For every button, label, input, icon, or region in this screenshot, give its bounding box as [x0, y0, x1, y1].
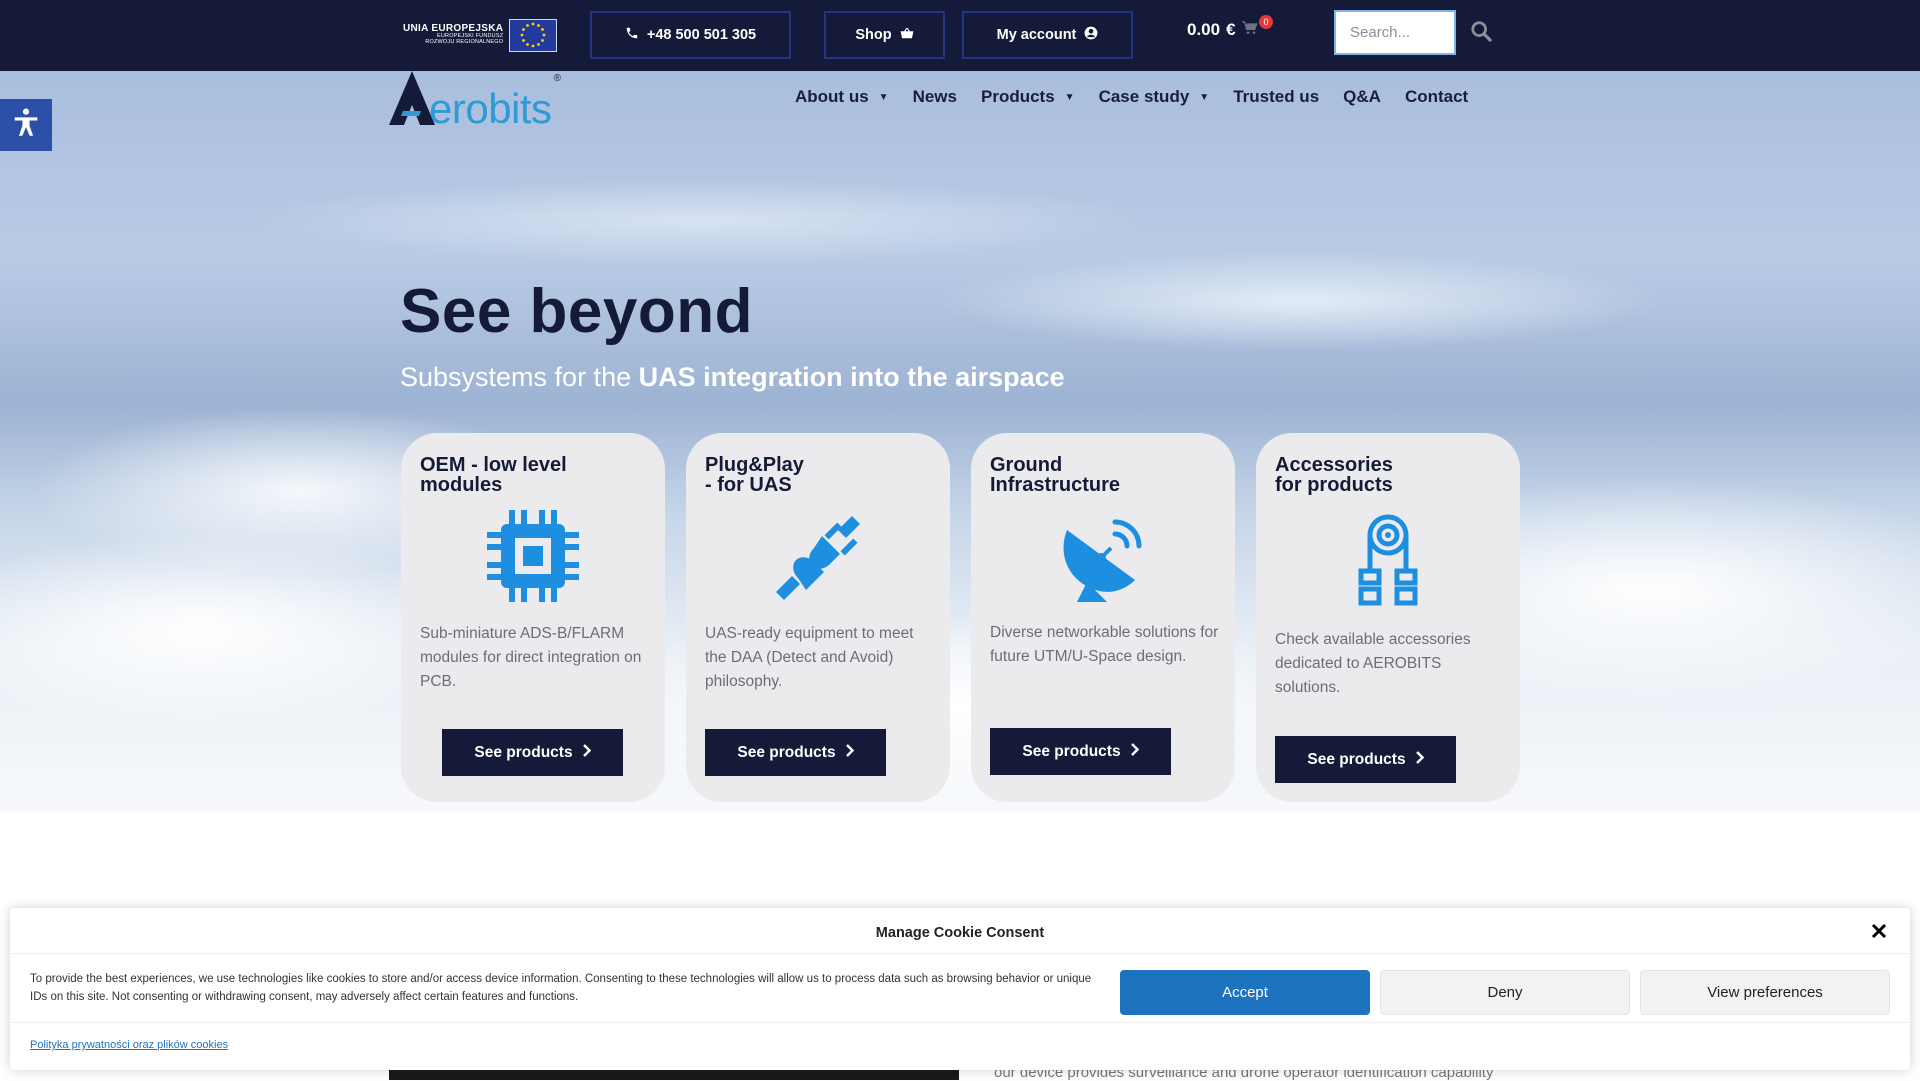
see-products-button[interactable]: See products: [705, 729, 886, 776]
hero-subline: Subsystems for the UAS integration into …: [400, 362, 1065, 393]
nav-item-label: News: [912, 87, 957, 106]
card-title: OEM - low level modules: [420, 455, 567, 495]
card-title-line-2: for products: [1275, 474, 1393, 496]
cart-total: 0.00: [1187, 20, 1221, 39]
product-card-plug-play: Plug&Play - for UAS UAS-ready equipment …: [686, 433, 950, 802]
chevron-right-icon: [582, 743, 591, 762]
caret-down-icon: ▼: [1064, 91, 1075, 103]
nav-item-qa[interactable]: Q&A: [1343, 87, 1381, 107]
view-preferences-button[interactable]: View preferences: [1640, 970, 1890, 1015]
card-title: Plug&Play - for UAS: [705, 455, 804, 495]
phone-icon: [625, 26, 639, 44]
my-account-label: My account: [996, 27, 1077, 43]
nav-item-news[interactable]: News: [913, 87, 957, 107]
card-title-line-2: - for UAS: [705, 474, 792, 496]
cookie-consent-banner: Manage Cookie Consent To provide the bes…: [10, 908, 1910, 1070]
close-icon: [1871, 923, 1887, 944]
eu-subtitle-2: ROZWOJU REGIONALNEGO: [425, 39, 504, 46]
eu-funding-logo: UNIA EUROPEJSKA EUROPEJSKI FUNDUSZ ROZWO…: [403, 18, 558, 52]
card-title-line-1: Plug&Play: [705, 454, 804, 476]
chip-icon: [401, 510, 665, 602]
divider: [10, 953, 1910, 954]
shop-button[interactable]: Shop: [824, 11, 945, 59]
accessibility-icon: [9, 106, 43, 145]
top-bar: UNIA EUROPEJSKA EUROPEJSKI FUNDUSZ ROZWO…: [0, 0, 1920, 71]
hero-headline: See beyond: [400, 277, 753, 346]
logo-text: erobits: [429, 85, 552, 132]
nav-item-label: Trusted us: [1233, 87, 1320, 106]
nav-item-label: Products: [980, 87, 1055, 106]
nav-item-products[interactable]: Products ▼: [981, 87, 1075, 107]
search-icon: [1470, 20, 1492, 47]
button-label: See products: [474, 743, 573, 761]
product-card-oem: OEM - low level modules Sub-miniature AD…: [401, 433, 665, 802]
hero-subline-bold: UAS integration into the airspace: [638, 362, 1065, 392]
product-card-ground-infrastructure: Ground Infrastructure Diverse networkabl…: [971, 433, 1235, 802]
button-label: See products: [1022, 742, 1121, 760]
see-products-button[interactable]: See products: [990, 728, 1171, 775]
card-title-line-1: Accessories: [1275, 454, 1393, 476]
main-navigation: About us ▼ News Products ▼ Case study ▼ Tru…: [795, 87, 1492, 107]
satellite-dish-icon: [971, 512, 1235, 604]
nav-item-label: About us: [795, 87, 869, 106]
divider: [10, 1022, 1910, 1023]
aerobits-logo[interactable]: erobits ®: [389, 71, 561, 130]
card-title-line-2: Infrastructure: [990, 474, 1121, 496]
cable-icon: [1256, 513, 1520, 609]
see-products-button[interactable]: See products: [442, 729, 623, 776]
cart-icon: [1241, 20, 1258, 40]
cart-button[interactable]: 0.00 €: [1187, 20, 1258, 40]
user-icon: [1084, 26, 1098, 44]
basket-icon: [900, 27, 914, 43]
card-title: Accessories for products: [1275, 455, 1393, 495]
caret-down-icon: ▼: [1199, 91, 1210, 103]
card-description: Sub-miniature ADS-B/FLARM modules for di…: [420, 625, 642, 690]
card-title: Ground Infrastructure: [990, 455, 1120, 495]
search-input[interactable]: Search...: [1334, 10, 1456, 55]
nav-item-label: Contact: [1404, 87, 1469, 106]
nav-item-case-study[interactable]: Case study ▼: [1099, 87, 1210, 107]
card-title-line-2: modules: [420, 474, 503, 496]
logo-registered-mark: ®: [553, 73, 561, 84]
chevron-right-icon: [1130, 742, 1139, 761]
hero-subline-prefix: Subsystems for the: [400, 362, 639, 392]
chevron-right-icon: [845, 743, 854, 762]
button-label: See products: [737, 743, 836, 761]
plug-icon: [686, 512, 950, 604]
card-description: Diverse networkable solutions for future…: [990, 624, 1219, 665]
nav-item-contact[interactable]: Contact: [1405, 87, 1468, 107]
eu-flag-icon: [509, 18, 558, 52]
card-title-line-1: Ground: [990, 454, 1063, 476]
product-card-accessories: Accessories for products Check available…: [1256, 433, 1520, 802]
phone-button[interactable]: +48 500 501 305: [590, 11, 791, 59]
my-account-button[interactable]: My account: [962, 11, 1133, 59]
caret-down-icon: ▼: [878, 91, 889, 103]
cookie-close-button[interactable]: [1868, 922, 1890, 944]
cart-currency: €: [1226, 20, 1236, 39]
search-button[interactable]: [1466, 18, 1496, 48]
cookie-message: To provide the best experiences, we use …: [30, 973, 1092, 1003]
see-products-button[interactable]: See products: [1275, 736, 1456, 783]
accept-button[interactable]: Accept: [1120, 970, 1370, 1015]
card-description: Check available accessories dedicated to…: [1275, 631, 1471, 696]
chevron-right-icon: [1415, 750, 1424, 769]
cookie-title: Manage Cookie Consent: [875, 925, 1045, 941]
card-title-line-1: OEM - low level: [420, 454, 567, 476]
deny-button[interactable]: Deny: [1380, 970, 1630, 1015]
nav-item-trusted-us[interactable]: Trusted us: [1233, 87, 1319, 107]
card-description: UAS-ready equipment to meet the DAA (Det…: [705, 625, 914, 690]
nav-item-label: Q&A: [1343, 87, 1381, 106]
privacy-policy-link[interactable]: Polityka prywatności oraz plików cookies: [30, 1039, 228, 1051]
hero-section: [0, 71, 1920, 813]
cart-count-badge: 0: [1259, 15, 1273, 29]
phone-label: +48 500 501 305: [646, 27, 757, 43]
nav-item-about-us[interactable]: About us ▼: [795, 87, 889, 107]
nav-item-label: Case study: [1098, 87, 1190, 106]
shop-label: Shop: [855, 27, 892, 43]
accessibility-button[interactable]: [0, 99, 52, 151]
button-label: See products: [1307, 750, 1406, 768]
